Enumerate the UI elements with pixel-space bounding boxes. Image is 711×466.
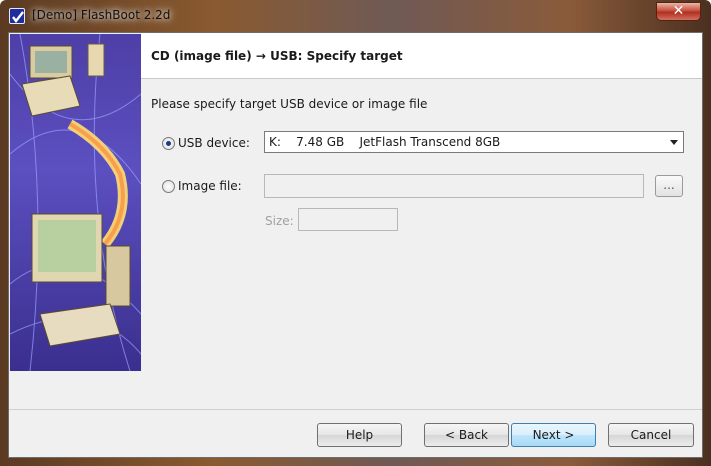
image-file-label[interactable]: Image file:	[178, 179, 242, 193]
size-label: Size:	[265, 214, 294, 228]
browse-button[interactable]: ...	[655, 175, 683, 197]
instruction-text: Please specify target USB device or imag…	[151, 97, 428, 111]
wizard-dialog: CD (image file) → USB: Specify target Pl…	[8, 32, 703, 458]
app-window: [Demo] FlashBoot 2.2d ✕ CD (image file) …	[0, 0, 711, 466]
image-file-path-input[interactable]	[264, 174, 644, 198]
usb-device-selected-value: K: 7.48 GB JetFlash Transcend 8GB	[269, 135, 501, 149]
size-input[interactable]	[298, 208, 398, 231]
wizard-header: CD (image file) → USB: Specify target	[141, 33, 702, 79]
title-bar[interactable]: [Demo] FlashBoot 2.2d ✕	[0, 0, 711, 32]
chevron-down-icon[interactable]	[670, 140, 678, 145]
usb-device-select[interactable]: K: 7.48 GB JetFlash Transcend 8GB	[264, 131, 684, 153]
help-button[interactable]: Help	[317, 423, 402, 447]
flashboot-app-icon	[9, 8, 25, 24]
footer-divider	[9, 409, 702, 410]
image-file-radio[interactable]	[162, 180, 175, 193]
wizard-side-illustration	[10, 34, 141, 371]
next-button[interactable]: Next >	[511, 423, 596, 447]
wizard-step-title: CD (image file) → USB: Specify target	[151, 49, 403, 63]
close-icon[interactable]: ✕	[656, 2, 701, 21]
usb-device-label[interactable]: USB device:	[178, 136, 250, 150]
cancel-button[interactable]: Cancel	[608, 423, 694, 447]
back-button[interactable]: < Back	[424, 423, 509, 447]
usb-device-radio[interactable]	[162, 137, 175, 150]
window-title: [Demo] FlashBoot 2.2d	[32, 8, 171, 22]
